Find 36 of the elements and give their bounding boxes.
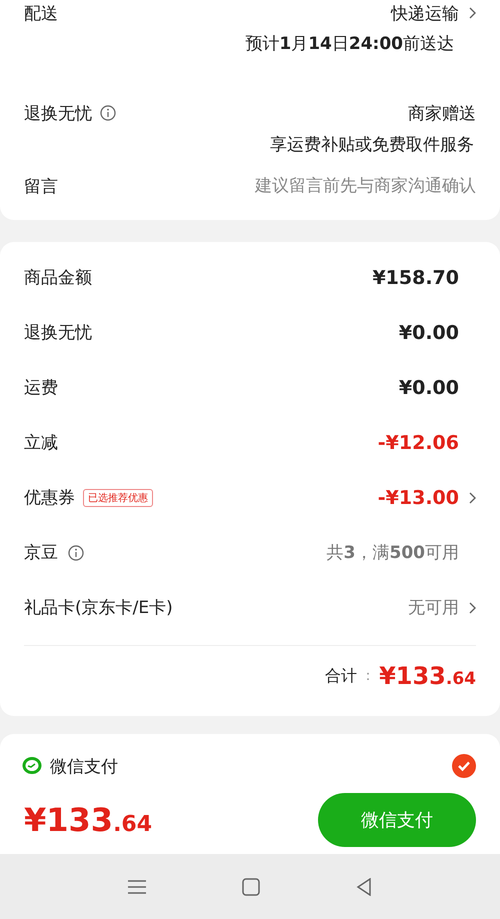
row-value: ¥158.70 (372, 266, 459, 288)
back-icon[interactable] (356, 878, 372, 896)
info-icon[interactable] (68, 544, 84, 560)
row-value: 商家赠送 (408, 102, 476, 124)
home-icon[interactable] (242, 878, 260, 896)
total-amount: ¥133.64 (379, 662, 476, 690)
row-label: 立减 (24, 432, 58, 454)
message-field[interactable]: 建议留言前先与商家沟通确认 (176, 176, 476, 196)
coupon-tag: 已选推荐优惠 (83, 488, 153, 506)
row-value: ¥0.00 (398, 376, 459, 398)
row-value: -¥12.06 (378, 432, 459, 454)
total-label: 合计 (325, 666, 358, 686)
row-value: 共3，满500可用 (326, 542, 459, 564)
chevron-icon (469, 7, 476, 19)
total-separator: ： (361, 667, 376, 685)
row-label: 优惠券 (24, 487, 75, 509)
row-label: 退换无忧 (24, 322, 92, 344)
row-value: 无可用 (408, 597, 459, 619)
chat-bubble-icon (22, 757, 42, 775)
row-label: 配送 (24, 2, 58, 24)
pay-amount: ¥133.64 (24, 801, 152, 839)
radio-button[interactable] (452, 754, 476, 778)
row-label: 留言 (24, 176, 58, 198)
row-label: 礼品卡(京东卡/E卡) (24, 597, 173, 619)
service-description: 享运费补贴或免费取件服务 (269, 134, 475, 156)
row-label: 商品金额 (24, 267, 92, 289)
checkmark-icon (457, 760, 471, 772)
menu-icon[interactable] (128, 878, 146, 894)
delivery-method[interactable]: 快递运输 (391, 2, 459, 24)
row-label: 京豆 (24, 542, 58, 564)
row-label: 运费 (24, 377, 58, 399)
payment-method[interactable]: 微信支付 (50, 754, 118, 778)
row-value: ¥0.00 (398, 322, 459, 344)
row-label: 退换无忧 (24, 102, 92, 124)
row-value: -¥13.00 (378, 486, 459, 508)
info-icon[interactable] (100, 105, 116, 121)
